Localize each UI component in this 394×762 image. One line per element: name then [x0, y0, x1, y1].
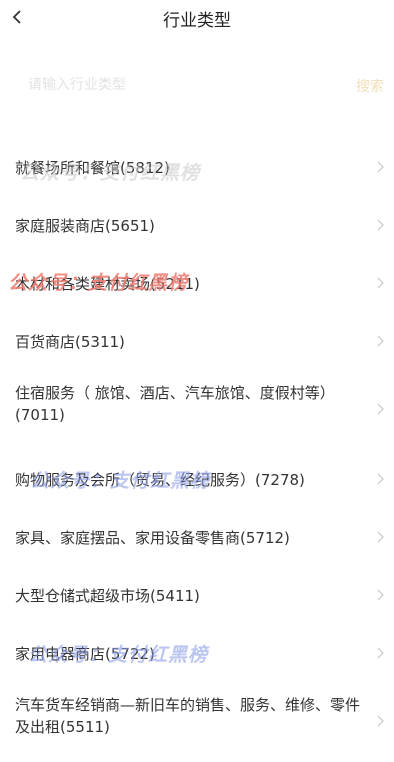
- list-item-label: 汽车货车经销商—新旧车的销售、服务、维修、零件及出租(5511): [15, 696, 361, 736]
- list-item-label: 家用电器商店(5722): [15, 645, 155, 663]
- list-item[interactable]: 家用电器商店(5722): [0, 624, 394, 682]
- chevron-right-icon: [377, 335, 384, 347]
- chevron-right-icon: [377, 589, 384, 601]
- list-item[interactable]: 就餐场所和餐馆(5812): [0, 138, 394, 196]
- list-item[interactable]: 住宿服务（ 旅馆、酒店、汽车旅馆、度假村等）(7011): [0, 370, 394, 450]
- chevron-right-icon: [377, 219, 384, 231]
- list-item-label: 百货商店(5311): [15, 333, 125, 351]
- list-item[interactable]: 家具、家庭摆品、家用设备零售商(5712): [0, 508, 394, 566]
- chevron-right-icon: [377, 161, 384, 173]
- chevron-right-icon: [377, 647, 384, 659]
- search-bar: 搜索: [14, 56, 384, 116]
- list-item-label: 购物服务及会所（贸易、经纪服务）(7278): [15, 471, 305, 489]
- list-item[interactable]: 汽车货车经销商—新旧车的销售、服务、维修、零件及出租(5511): [0, 682, 394, 762]
- list-item[interactable]: 木材和各类建材卖场(5211): [0, 254, 394, 312]
- header-bar: 行业类型: [0, 0, 394, 36]
- list-item[interactable]: 家庭服装商店(5651): [0, 196, 394, 254]
- list-item[interactable]: 百货商店(5311): [0, 312, 394, 370]
- page-title: 行业类型: [163, 11, 231, 31]
- list-item-label: 就餐场所和餐馆(5812): [15, 159, 170, 177]
- list-item-label: 大型仓储式超级市场(5411): [15, 587, 200, 605]
- industry-list: 就餐场所和餐馆(5812) 家庭服装商店(5651) 木材和各类建材卖场(521…: [0, 138, 394, 762]
- list-item[interactable]: 大型仓储式超级市场(5411): [0, 566, 394, 624]
- chevron-right-icon: [377, 473, 384, 485]
- chevron-right-icon: [377, 277, 384, 289]
- list-item-label: 家具、家庭摆品、家用设备零售商(5712): [15, 529, 290, 547]
- chevron-right-icon: [377, 531, 384, 543]
- search-input[interactable]: [14, 72, 328, 98]
- chevron-right-icon: [377, 403, 384, 415]
- list-item[interactable]: 购物服务及会所（贸易、经纪服务）(7278): [0, 450, 394, 508]
- search-button[interactable]: 搜索: [356, 76, 384, 96]
- chevron-right-icon: [377, 715, 384, 727]
- list-item-label: 住宿服务（ 旅馆、酒店、汽车旅馆、度假村等）(7011): [15, 384, 335, 424]
- list-item-label: 木材和各类建材卖场(5211): [15, 275, 200, 293]
- list-item-label: 家庭服装商店(5651): [15, 217, 155, 235]
